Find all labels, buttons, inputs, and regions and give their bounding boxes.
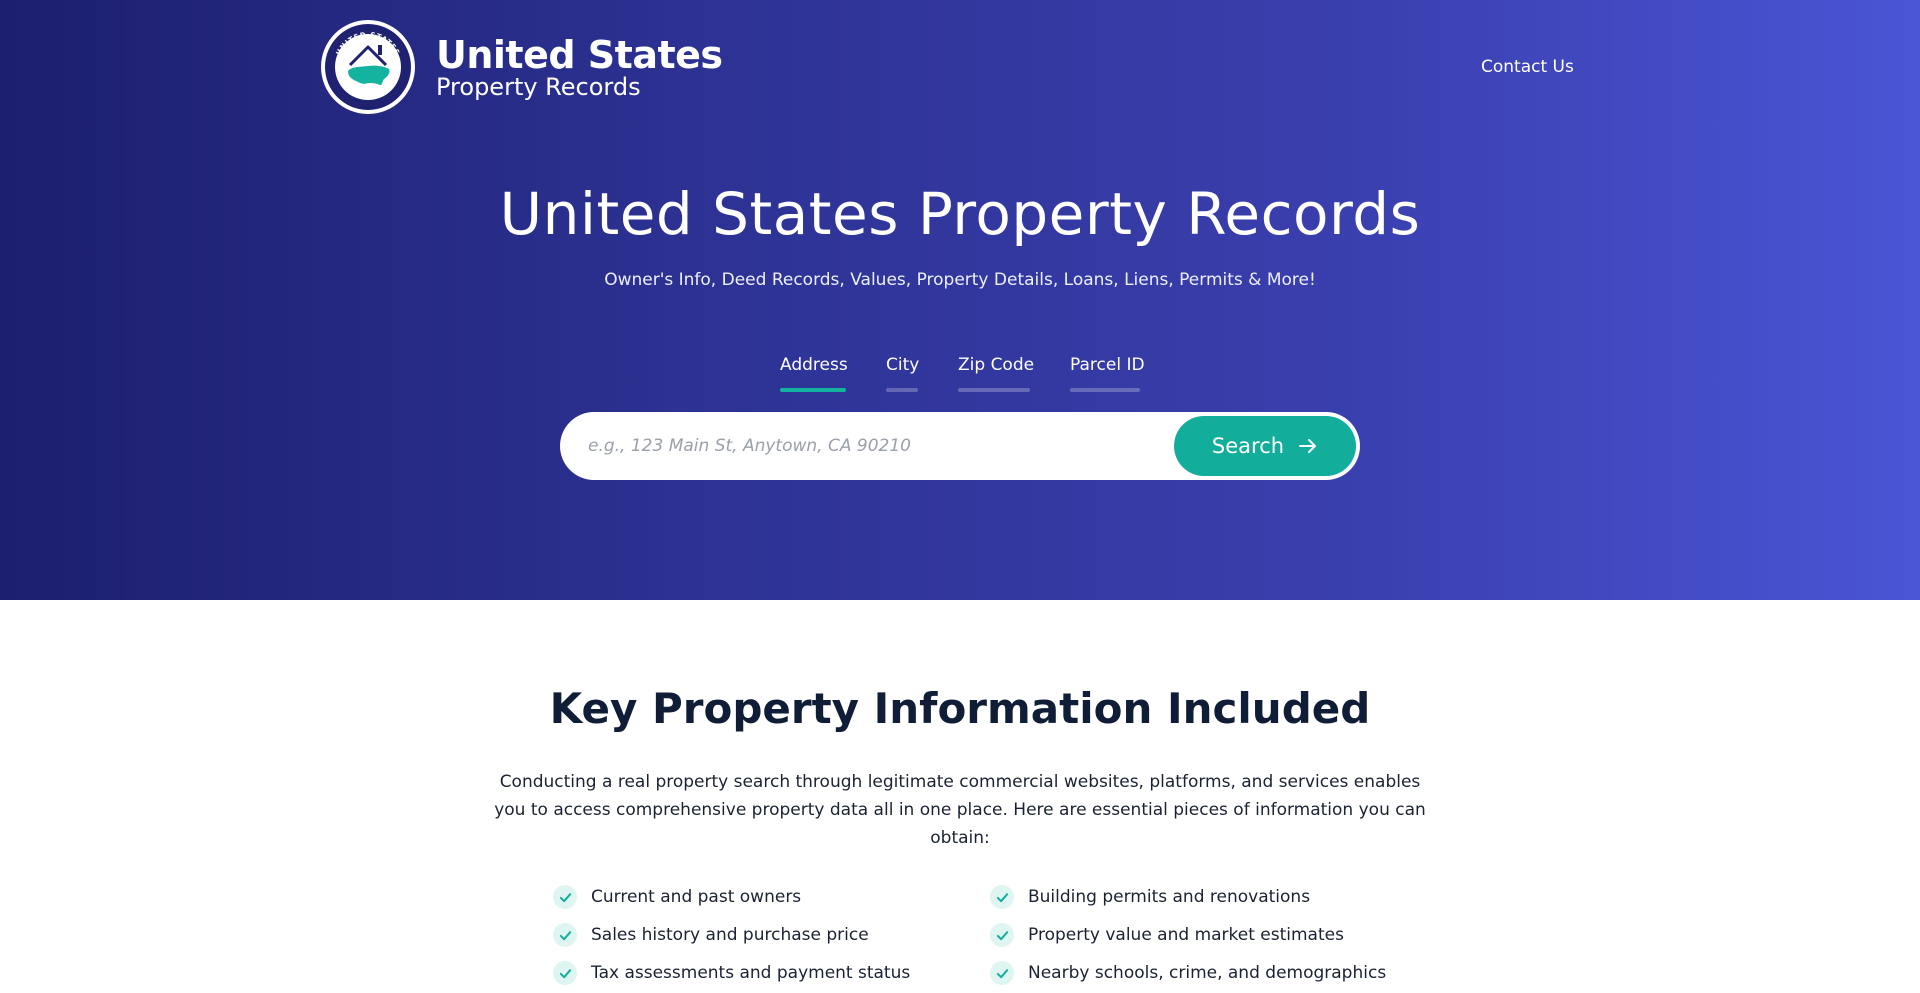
tab-underline — [780, 388, 846, 392]
search-bar: Search — [560, 412, 1360, 480]
list-item: Tax assessments and payment status — [553, 954, 910, 992]
arrow-right-icon — [1299, 439, 1317, 453]
site-header: UNITED STATES PROPERTY RECORDS United St… — [320, 19, 1574, 119]
list-item: Sales history and purchase price — [553, 916, 910, 954]
tab-underline — [886, 388, 918, 392]
list-item-label: Property value and market estimates — [1028, 925, 1344, 945]
tab-label: Zip Code — [958, 355, 1035, 375]
search-button-label: Search — [1211, 434, 1285, 458]
list-item-label: Building permits and renovations — [1028, 887, 1311, 907]
list-item-label: Nearby schools, crime, and demographics — [1028, 963, 1387, 983]
brand-subtitle[interactable]: Property Records — [436, 73, 641, 101]
list-item-label: Tax assessments and payment status — [591, 963, 911, 983]
section-description: Conducting a real property search throug… — [494, 772, 1426, 848]
list-item: Building permits and renovations — [990, 878, 1386, 916]
tab-parcel-id[interactable]: Parcel ID — [1070, 355, 1145, 395]
section-title-rest: Property Information Included — [637, 684, 1371, 733]
brand-title[interactable]: United States — [436, 33, 723, 77]
search-input[interactable] — [588, 412, 1168, 480]
tab-label: City — [886, 355, 920, 375]
feature-list-right: Building permits and renovations Propert… — [990, 878, 1386, 992]
list-item: Nearby schools, crime, and demographics — [990, 954, 1386, 992]
list-item: Current and past owners — [553, 878, 910, 916]
section-title: Key Property Information Included — [0, 684, 1920, 733]
check-icon — [553, 923, 577, 947]
check-icon — [990, 923, 1014, 947]
section-title-bold: Key — [549, 684, 638, 733]
list-item: Property value and market estimates — [990, 916, 1386, 954]
hero-section: UNITED STATES PROPERTY RECORDS United St… — [0, 0, 1920, 600]
check-icon — [553, 961, 577, 985]
tab-underline — [1070, 388, 1140, 392]
tab-address[interactable]: Address — [780, 355, 848, 395]
tab-underline — [958, 388, 1030, 392]
tab-label: Parcel ID — [1070, 355, 1145, 375]
list-item-label: Sales history and purchase price — [591, 925, 869, 945]
check-icon — [553, 885, 577, 909]
contact-us-link[interactable]: Contact Us — [1481, 57, 1574, 77]
tab-zip-code[interactable]: Zip Code — [958, 355, 1035, 395]
search-button[interactable]: Search — [1174, 416, 1356, 476]
hero-subtitle: Owner's Info, Deed Records, Values, Prop… — [604, 270, 1316, 290]
page-title: United States Property Records — [499, 180, 1421, 248]
logo[interactable]: UNITED STATES PROPERTY RECORDS — [320, 19, 416, 115]
feature-list-left: Current and past owners Sales history an… — [553, 878, 910, 992]
tab-label: Address — [780, 355, 848, 375]
tab-city[interactable]: City — [886, 355, 920, 395]
check-icon — [990, 961, 1014, 985]
list-item-label: Current and past owners — [591, 887, 802, 907]
check-icon — [990, 885, 1014, 909]
house-map-logo-icon: UNITED STATES PROPERTY RECORDS — [321, 20, 415, 114]
key-info-section: Key Property Information Included Conduc… — [0, 600, 1920, 993]
